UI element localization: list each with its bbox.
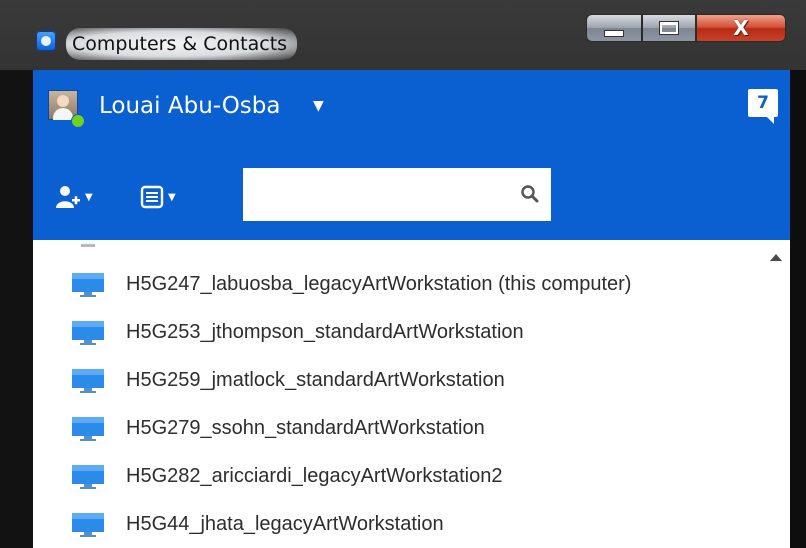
- add-contact-button[interactable]: ▼: [55, 182, 103, 212]
- computers-list[interactable]: H5G247_labuosba_legacyArtWorkstation (th…: [33, 240, 790, 548]
- computer-name: H5G253_jthompson_standardArtWorkstation: [126, 321, 524, 343]
- window-left-border: [0, 70, 33, 548]
- title-bar[interactable]: Computers & Contacts X: [0, 0, 806, 70]
- notifications-chat-icon[interactable]: 7: [748, 89, 778, 124]
- window-right-border: [790, 70, 806, 548]
- online-status-icon: [71, 114, 85, 128]
- teamviewer-app-icon: [36, 31, 56, 51]
- computer-icon: [72, 321, 104, 345]
- computer-name: H5G247_labuosba_legacyArtWorkstation (th…: [126, 273, 632, 295]
- list-item[interactable]: H5G282_aricciardi_legacyArtWorkstation2: [33, 452, 758, 500]
- list-item[interactable]: H5G259_jmatlock_standardArtWorkstation: [33, 356, 758, 404]
- computer-name: H5G282_aricciardi_legacyArtWorkstation2: [126, 465, 503, 487]
- view-options-button[interactable]: ▼: [140, 182, 194, 212]
- add-contact-icon: [56, 186, 80, 208]
- window-frame: Computers & Contacts X Louai Abu-Osba ▼ …: [0, 0, 806, 548]
- computer-name: H5G259_jmatlock_standardArtWorkstation: [126, 369, 505, 391]
- chevron-down-icon[interactable]: ▼: [313, 92, 324, 120]
- maximize-icon: [659, 21, 679, 35]
- computer-icon: [72, 273, 104, 297]
- list-item[interactable]: H5G247_labuosba_legacyArtWorkstation (th…: [33, 260, 758, 308]
- computer-icon: [72, 465, 104, 489]
- notification-count: 7: [757, 93, 769, 113]
- maximize-button[interactable]: [642, 14, 696, 42]
- computer-name: H5G44_jhata_legacyArtWorkstation: [126, 513, 444, 535]
- list-item[interactable]: H5G279_ssohn_standardArtWorkstation: [33, 404, 758, 452]
- vertical-scrollbar[interactable]: [758, 240, 790, 548]
- collapsed-group-marker: [81, 244, 95, 247]
- search-box[interactable]: [243, 168, 551, 221]
- close-button[interactable]: X: [696, 14, 786, 42]
- search-icon[interactable]: [519, 183, 541, 205]
- list-item[interactable]: H5G253_jthompson_standardArtWorkstation: [33, 308, 758, 356]
- window-title: Computers & Contacts: [66, 28, 298, 60]
- scroll-up-arrow-icon[interactable]: [770, 254, 782, 261]
- user-name-dropdown[interactable]: Louai Abu-Osba: [99, 90, 280, 122]
- computer-icon: [72, 513, 104, 537]
- computer-name: H5G279_ssohn_standardArtWorkstation: [126, 417, 485, 439]
- close-icon: X: [733, 16, 749, 40]
- computer-icon: [72, 369, 104, 393]
- list-item[interactable]: H5G44_jhata_legacyArtWorkstation: [33, 500, 758, 548]
- account-header: Louai Abu-Osba ▼ 7 ▼ ▼: [33, 70, 790, 240]
- chevron-down-icon: ▼: [168, 191, 176, 203]
- computer-icon: [72, 417, 104, 441]
- minimize-button[interactable]: [586, 14, 642, 42]
- minimize-icon: [604, 29, 624, 37]
- chevron-down-icon: ▼: [85, 191, 93, 203]
- list-view-icon: [140, 185, 164, 209]
- search-input[interactable]: [251, 180, 510, 210]
